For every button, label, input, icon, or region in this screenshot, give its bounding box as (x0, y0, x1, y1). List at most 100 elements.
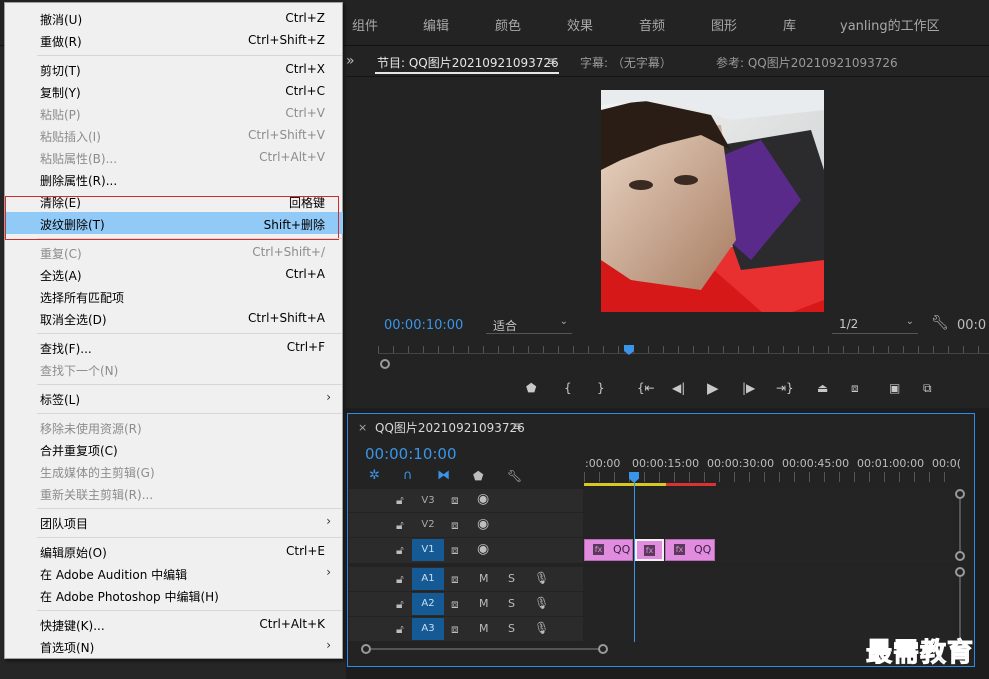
wrench-icon[interactable]: 🔧︎ (507, 469, 522, 483)
menu-item-remove-unused[interactable]: 移除未使用资源(R) (6, 416, 343, 438)
menu-item-team-project[interactable]: 团队项目 › (6, 511, 343, 533)
zoom-scrollbar[interactable] (378, 358, 989, 370)
sync-lock-icon[interactable]: ⧈ (451, 543, 459, 557)
extract-icon[interactable]: ⧈ (851, 381, 859, 396)
sync-lock-icon[interactable]: ⧈ (451, 493, 459, 507)
play-icon[interactable]: ▶ (707, 379, 719, 397)
panel-expand-icon[interactable]: » (346, 53, 355, 69)
menu-item-find[interactable]: 查找(F)... Ctrl+F (6, 336, 343, 358)
video-clip-selected[interactable]: fx (635, 539, 664, 561)
menu-item-consolidate-duplicates[interactable]: 合并重复项(C) (6, 438, 343, 460)
snap-magnet-icon[interactable]: ∩ (403, 469, 413, 483)
sync-lock-icon[interactable]: ⧈ (451, 597, 459, 611)
track-label-v3[interactable]: V3 (412, 490, 444, 512)
sync-lock-icon[interactable]: ⧈ (451, 518, 459, 532)
microphone-icon[interactable]: 🎙︎ (534, 596, 549, 610)
timeline-menu-icon[interactable]: ≡ (512, 419, 522, 433)
menu-item-redo[interactable]: 重做(R) Ctrl+Shift+Z (6, 29, 343, 51)
mark-out-icon[interactable]: } (597, 381, 605, 395)
lift-icon[interactable]: ⏏ (817, 381, 828, 395)
menu-item-duplicate[interactable]: 重复(C) Ctrl+Shift+/ (6, 241, 343, 263)
menu-item-remove-attributes[interactable]: 删除属性(R)... (6, 168, 343, 190)
menu-item-undo[interactable]: 撤消(U) Ctrl+Z (6, 7, 343, 29)
timeline-tab-title[interactable]: QQ图片20210921093726 (375, 419, 525, 436)
menu-item-keyboard-shortcuts[interactable]: 快捷键(K)... Ctrl+Alt+K (6, 613, 343, 635)
workspace-tab-graphics[interactable]: 图形 (711, 15, 737, 34)
menu-item-label-submenu[interactable]: 标签(L) › (6, 387, 343, 409)
lock-icon[interactable]: 🔓︎ (396, 493, 404, 507)
menu-item-preferences[interactable]: 首选项(N) › (6, 635, 343, 657)
program-ruler[interactable] (378, 346, 989, 354)
mute-button[interactable]: M (479, 572, 489, 586)
track-label-a1[interactable]: A1 (412, 568, 444, 590)
menu-item-paste-attributes[interactable]: 粘贴属性(B)... Ctrl+Alt+V (6, 146, 343, 168)
track-a1[interactable] (584, 567, 953, 591)
tab-captions[interactable]: 字幕: （无字幕） (580, 54, 672, 71)
step-back-icon[interactable]: ◀| (672, 381, 685, 395)
solo-button[interactable]: S (508, 622, 515, 636)
eye-icon[interactable]: ◉ (477, 542, 489, 556)
add-marker-icon[interactable]: ⬟ (473, 469, 483, 483)
microphone-icon[interactable]: 🎙︎ (534, 621, 549, 635)
add-marker-icon[interactable]: ⬟ (526, 381, 536, 395)
menu-item-edit-in-audition[interactable]: 在 Adobe Audition 中编辑 › (6, 562, 343, 584)
close-icon[interactable]: × (358, 421, 367, 434)
track-label-v1[interactable]: V1 (412, 539, 444, 561)
mute-button[interactable]: M (479, 622, 489, 636)
microphone-icon[interactable]: 🎙︎ (534, 571, 549, 585)
eye-icon[interactable]: ◉ (477, 517, 489, 531)
menu-item-select-all-matching[interactable]: 选择所有匹配项 (6, 285, 343, 307)
lock-icon[interactable]: 🔓︎ (396, 543, 404, 557)
go-to-in-icon[interactable]: {⇤ (637, 381, 655, 395)
workspace-tab-editing[interactable]: 编辑 (423, 15, 449, 34)
fit-dropdown[interactable]: 适合 ⌄ (486, 316, 572, 334)
lock-icon[interactable]: 🔓︎ (396, 622, 404, 636)
track-a2[interactable] (584, 592, 953, 616)
camera-icon[interactable]: ▣ (889, 381, 900, 395)
workspace-tab-custom[interactable]: yanling的工作区 (840, 15, 940, 34)
workspace-tab-audio[interactable]: 音频 (639, 15, 665, 34)
wrench-icon[interactable]: 🔧︎ (931, 315, 949, 331)
menu-item-find-next[interactable]: 查找下一个(N) (6, 358, 343, 380)
track-label-a2[interactable]: A2 (412, 593, 444, 615)
timeline-timecode[interactable]: 00:00:10:00 (365, 445, 457, 463)
linked-selection-icon[interactable]: ⧓ (437, 469, 450, 483)
menu-item-paste-insert[interactable]: 粘贴插入(I) Ctrl+Shift+V (6, 124, 343, 146)
workspace-tab-effects[interactable]: 效果 (567, 15, 593, 34)
sync-lock-icon[interactable]: ⧈ (451, 622, 459, 636)
solo-button[interactable]: S (508, 572, 515, 586)
menu-item-cut[interactable]: 剪切(T) Ctrl+X (6, 58, 343, 80)
lock-icon[interactable]: 🔓︎ (396, 597, 404, 611)
timeline-ruler[interactable] (584, 472, 953, 482)
menu-item-edit-original[interactable]: 编辑原始(O) Ctrl+E (6, 540, 343, 562)
tab-reference[interactable]: 参考: QQ图片20210921093726 (716, 54, 898, 71)
lock-icon[interactable]: 🔓︎ (396, 518, 404, 532)
workspace-tab-color[interactable]: 颜色 (495, 15, 521, 34)
work-area-bar[interactable] (584, 483, 666, 486)
track-label-v2[interactable]: V2 (412, 514, 444, 536)
menu-item-edit-in-photoshop[interactable]: 在 Adobe Photoshop 中编辑(H) (6, 584, 343, 606)
menu-item-copy[interactable]: 复制(Y) Ctrl+C (6, 80, 343, 102)
track-v2[interactable] (584, 513, 953, 537)
track-label-a3[interactable]: A3 (412, 618, 444, 640)
solo-button[interactable]: S (508, 597, 515, 611)
video-tracks-scrollbar[interactable] (955, 489, 965, 563)
sync-lock-icon[interactable]: ⧈ (451, 572, 459, 586)
video-clip[interactable]: fx QQ (665, 539, 715, 561)
step-forward-icon[interactable]: |▶ (742, 381, 755, 395)
menu-item-paste[interactable]: 粘贴(P) Ctrl+V (6, 102, 343, 124)
eye-icon[interactable]: ◉ (477, 492, 489, 506)
menu-item-select-all[interactable]: 全选(A) Ctrl+A (6, 263, 343, 285)
menu-item-deselect-all[interactable]: 取消全选(D) Ctrl+Shift+A (6, 307, 343, 329)
tab-program[interactable]: 节目: QQ图片20210921093726 (377, 54, 559, 71)
go-to-out-icon[interactable]: ⇥} (776, 381, 794, 395)
mark-in-icon[interactable]: { (564, 381, 572, 395)
program-menu-icon[interactable]: ≡ (547, 54, 557, 68)
timeline-horizontal-scrollbar[interactable] (361, 644, 611, 656)
mute-button[interactable]: M (479, 597, 489, 611)
program-timecode[interactable]: 00:00:10:00 (384, 318, 463, 333)
workspace-tab-libraries[interactable]: 库 (783, 15, 796, 34)
resolution-dropdown[interactable]: 1/2 ⌄ (832, 316, 918, 334)
menu-item-generate-master-clips[interactable]: 生成媒体的主剪辑(G) (6, 460, 343, 482)
comparison-view-icon[interactable]: ⧉ (923, 381, 932, 396)
